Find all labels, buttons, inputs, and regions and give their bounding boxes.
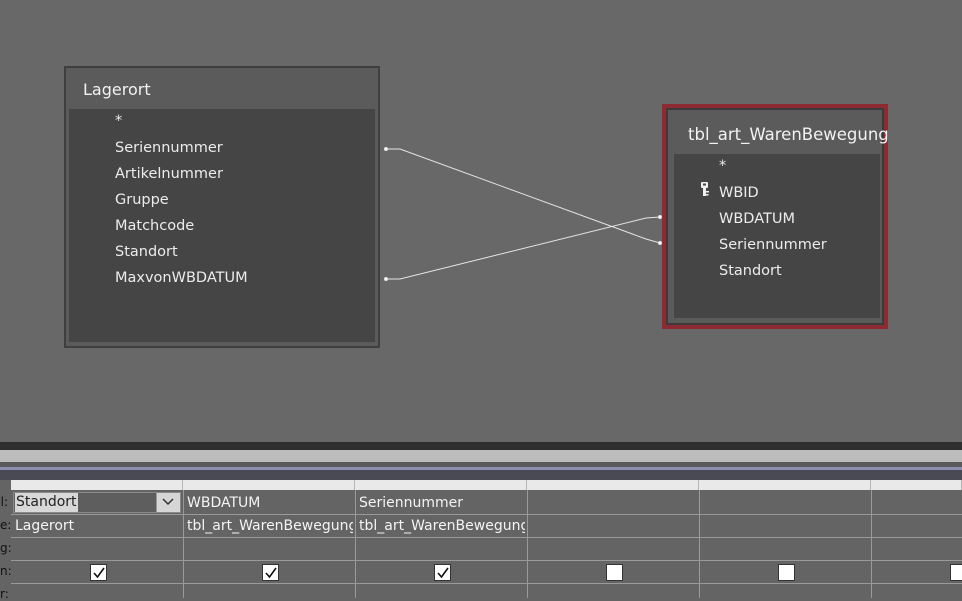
- checkmark-icon: [437, 567, 449, 579]
- show-checkbox[interactable]: [606, 564, 623, 581]
- grid-row-divider: [11, 537, 962, 538]
- field-item[interactable]: Artikelnummer: [115, 166, 223, 182]
- field-item[interactable]: Standort: [719, 263, 782, 279]
- dropdown-button[interactable]: [156, 493, 180, 512]
- column-selector[interactable]: [527, 480, 699, 490]
- field-list[interactable]: * Seriennummer Artikelnummer Gruppe Matc…: [69, 109, 375, 342]
- field-list[interactable]: * WBID WBDATUM Seriennummer Standort: [674, 154, 880, 318]
- field-item[interactable]: MaxvonWBDATUM: [115, 270, 248, 286]
- grid-col-divider: [183, 490, 184, 598]
- show-checkbox[interactable]: [262, 564, 279, 581]
- column-selector[interactable]: [871, 480, 962, 490]
- field-item[interactable]: Gruppe: [115, 192, 169, 208]
- row-label-criteria: r:: [0, 587, 9, 601]
- grid-col-divider: [699, 490, 700, 598]
- checkmark-icon: [93, 567, 105, 579]
- field-item[interactable]: *: [719, 158, 726, 174]
- grid-row-divider: [11, 583, 962, 584]
- show-checkbox[interactable]: [778, 564, 795, 581]
- column-selector[interactable]: [11, 480, 183, 490]
- field-dropdown-value[interactable]: Standort: [15, 493, 78, 512]
- row-label-show: n:: [0, 564, 12, 578]
- table-title[interactable]: tbl_art_WarenBewegung: [688, 125, 889, 144]
- table-cell[interactable]: tbl_art_WarenBewegung: [187, 518, 353, 534]
- grid-row-divider: [11, 514, 962, 515]
- field-item[interactable]: Seriennummer: [719, 237, 827, 253]
- grid-row-labels: l: e: g: n: r:: [0, 480, 12, 601]
- table-box-tbl-art-warenbewegung[interactable]: tbl_art_WarenBewegung * WBID WBDATUM Ser…: [662, 104, 889, 329]
- field-item[interactable]: Seriennummer: [115, 140, 223, 156]
- field-cell[interactable]: Seriennummer: [359, 495, 525, 511]
- field-item[interactable]: WBDATUM: [719, 211, 795, 227]
- show-checkbox[interactable]: [90, 564, 107, 581]
- column-selector[interactable]: [355, 480, 527, 490]
- table-cell[interactable]: tbl_art_WarenBewegung: [359, 518, 525, 534]
- table-cell[interactable]: Lagerort: [15, 518, 181, 534]
- join-line-wbdatum[interactable]: [384, 215, 662, 281]
- row-label-field: l:: [0, 495, 8, 509]
- show-checkbox[interactable]: [434, 564, 451, 581]
- grid-col-divider: [527, 490, 528, 598]
- grid-col-divider: [871, 490, 872, 598]
- key-icon: [699, 181, 711, 201]
- grid-row-divider: [11, 560, 962, 561]
- join-line-seriennummer[interactable]: [384, 147, 662, 245]
- chevron-down-icon: [157, 496, 179, 515]
- column-selector[interactable]: [699, 480, 871, 490]
- field-item[interactable]: Matchcode: [115, 218, 194, 234]
- table-box-lagerort[interactable]: Lagerort * Seriennummer Artikelnummer Gr…: [64, 66, 380, 348]
- row-label-table: e:: [0, 518, 12, 532]
- pane-splitter-handle[interactable]: [0, 450, 962, 462]
- field-item[interactable]: Standort: [115, 244, 178, 260]
- field-dropdown[interactable]: Standort: [13, 492, 181, 513]
- show-checkbox[interactable]: [950, 564, 962, 581]
- field-cell[interactable]: WBDATUM: [187, 495, 353, 511]
- row-label-sort: g:: [0, 541, 12, 555]
- field-item[interactable]: *: [115, 113, 122, 129]
- column-selector[interactable]: [183, 480, 355, 490]
- design-grid[interactable]: Standort WBDATUM Seriennummer Lagerort t…: [11, 480, 962, 598]
- table-title[interactable]: Lagerort: [83, 80, 151, 99]
- field-item[interactable]: WBID: [719, 185, 759, 201]
- grid-col-divider: [355, 490, 356, 598]
- pane-splitter[interactable]: [0, 442, 962, 450]
- checkmark-icon: [265, 567, 277, 579]
- query-design-canvas[interactable]: Lagerort * Seriennummer Artikelnummer Gr…: [0, 0, 962, 442]
